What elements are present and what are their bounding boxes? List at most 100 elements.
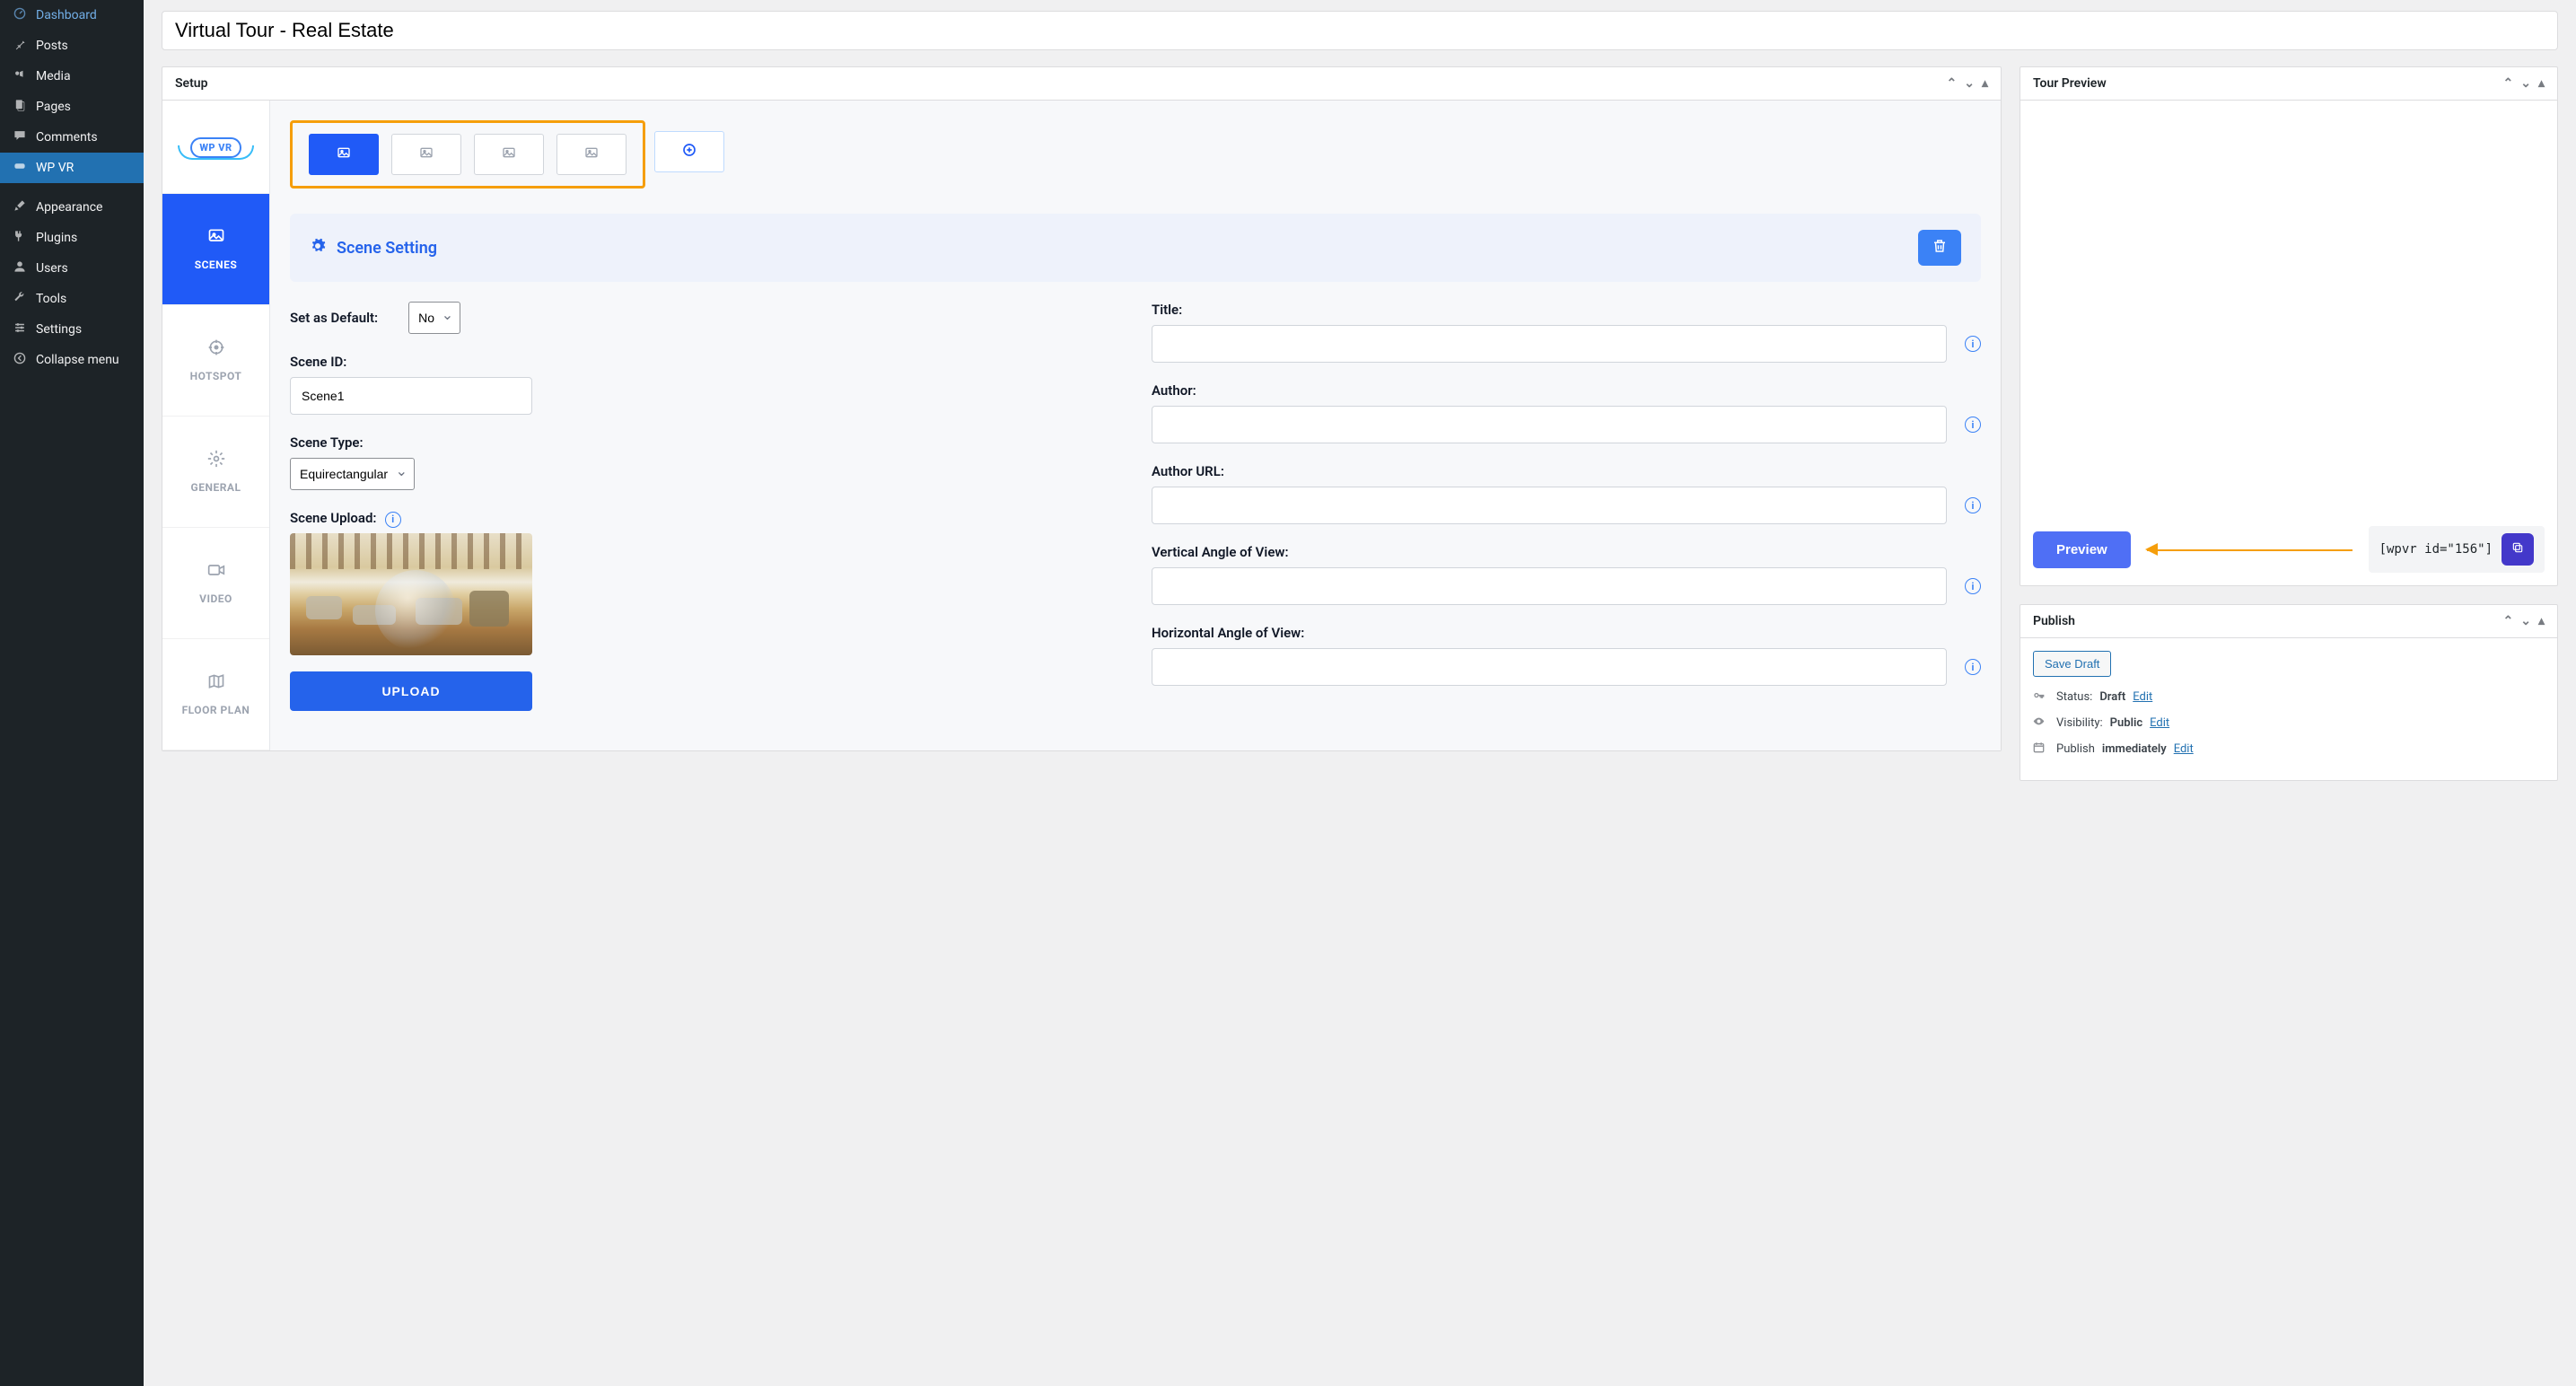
sidebar-item-label: Media xyxy=(36,69,71,83)
tab-scenes[interactable]: SCENES xyxy=(162,194,269,305)
scene-thumb-2[interactable] xyxy=(391,134,461,175)
gear-icon xyxy=(310,238,326,259)
tab-video[interactable]: VIDEO xyxy=(162,528,269,639)
scene-thumb-3[interactable] xyxy=(474,134,544,175)
key-icon xyxy=(2033,689,2049,705)
add-scene-button[interactable] xyxy=(654,131,724,172)
scene-thumb-4[interactable] xyxy=(556,134,626,175)
preview-button[interactable]: Preview xyxy=(2033,531,2131,568)
tour-preview-header: Tour Preview xyxy=(2033,76,2107,91)
scene-id-label: Scene ID: xyxy=(290,354,1119,370)
map-icon xyxy=(207,672,225,695)
sidebar-item-plugins[interactable]: Plugins xyxy=(0,223,144,253)
setup-vertical-tabs: WP VR SCENES xyxy=(162,101,270,750)
sidebar-item-wpvr[interactable]: WP VR xyxy=(0,153,144,183)
gear-icon xyxy=(207,450,225,472)
wrench-icon xyxy=(11,291,29,307)
sidebar-item-label: Dashboard xyxy=(36,8,97,22)
sidebar-item-pages[interactable]: Pages xyxy=(0,92,144,122)
annotation-arrow xyxy=(2147,548,2353,550)
edit-status-link[interactable]: Edit xyxy=(2133,690,2152,704)
author-url-input[interactable] xyxy=(1152,487,1947,524)
sliders-icon xyxy=(11,321,29,338)
eye-icon xyxy=(2033,715,2049,731)
sidebar-item-settings[interactable]: Settings xyxy=(0,314,144,345)
status-label: Status: xyxy=(2056,690,2092,704)
image-icon xyxy=(337,145,351,163)
wp-admin-sidebar: Dashboard Posts Media Pages Comments WP … xyxy=(0,0,144,1386)
tour-preview-postbox: Tour Preview ⌃ ⌄ ▴ Preview xyxy=(2020,66,2558,586)
move-up-icon[interactable]: ⌃ xyxy=(2503,614,2514,628)
info-icon[interactable]: i xyxy=(1965,659,1981,675)
copy-shortcode-button[interactable] xyxy=(2502,533,2534,566)
scene-upload-preview xyxy=(290,533,532,655)
author-input[interactable] xyxy=(1152,406,1947,443)
sidebar-item-media[interactable]: Media xyxy=(0,61,144,92)
scene-setting-title: Scene Setting xyxy=(337,239,437,258)
status-value: Draft xyxy=(2099,690,2125,704)
move-down-icon[interactable]: ⌄ xyxy=(2520,76,2531,91)
tab-hotspot[interactable]: HOTSPOT xyxy=(162,305,269,417)
sidebar-item-users[interactable]: Users xyxy=(0,253,144,284)
image-icon xyxy=(207,227,225,250)
tour-title-input[interactable] xyxy=(162,11,2558,50)
info-icon[interactable]: i xyxy=(1965,578,1981,594)
scene-thumb-1[interactable] xyxy=(309,134,379,175)
setup-header: Setup xyxy=(175,76,207,91)
sidebar-item-appearance[interactable]: Appearance xyxy=(0,192,144,223)
info-icon[interactable]: i xyxy=(1965,497,1981,513)
move-up-icon[interactable]: ⌃ xyxy=(2503,76,2514,91)
calendar-icon xyxy=(2033,741,2049,757)
delete-scene-button[interactable] xyxy=(1918,230,1961,266)
move-down-icon[interactable]: ⌄ xyxy=(2520,614,2531,628)
sidebar-item-label: Collapse menu xyxy=(36,353,119,367)
scene-id-input[interactable] xyxy=(290,377,532,415)
publish-postbox: Publish ⌃ ⌄ ▴ Save Draft Status: Draft xyxy=(2020,604,2558,781)
media-icon xyxy=(11,68,29,84)
copy-icon xyxy=(2511,541,2524,557)
scene-type-select[interactable]: Equirectangular xyxy=(290,458,415,490)
edit-visibility-link[interactable]: Edit xyxy=(2150,716,2169,730)
toggle-icon[interactable]: ▴ xyxy=(1982,76,1988,91)
info-icon[interactable]: i xyxy=(1965,417,1981,433)
edit-publish-link[interactable]: Edit xyxy=(2174,742,2194,756)
upload-button[interactable]: UPLOAD xyxy=(290,671,532,711)
target-icon xyxy=(207,338,225,361)
image-icon xyxy=(419,145,434,163)
setup-postbox: Setup ⌃ ⌄ ▴ WP VR xyxy=(162,66,2002,751)
sidebar-item-tools[interactable]: Tools xyxy=(0,284,144,314)
sidebar-item-label: Users xyxy=(36,261,68,276)
sidebar-item-comments[interactable]: Comments xyxy=(0,122,144,153)
haov-input[interactable] xyxy=(1152,648,1947,686)
sidebar-item-label: Comments xyxy=(36,130,98,145)
toggle-icon[interactable]: ▴ xyxy=(2538,76,2545,91)
sidebar-item-label: Appearance xyxy=(36,200,102,215)
vaov-input[interactable] xyxy=(1152,567,1947,605)
visibility-label: Visibility: xyxy=(2056,716,2103,730)
move-up-icon[interactable]: ⌃ xyxy=(1947,76,1958,91)
image-icon xyxy=(502,145,516,163)
info-icon[interactable]: i xyxy=(1965,336,1981,352)
brush-icon xyxy=(11,199,29,215)
tab-general[interactable]: GENERAL xyxy=(162,417,269,528)
trash-icon xyxy=(1932,238,1948,259)
info-icon[interactable]: i xyxy=(385,512,401,528)
tab-floorplan[interactable]: FLOOR PLAN xyxy=(162,639,269,750)
haov-label: Horizontal Angle of View: xyxy=(1152,625,1981,641)
tab-label: HOTSPOT xyxy=(190,370,242,382)
sidebar-collapse[interactable]: Collapse menu xyxy=(0,345,144,375)
toggle-icon[interactable]: ▴ xyxy=(2538,614,2545,628)
save-draft-button[interactable]: Save Draft xyxy=(2033,651,2111,677)
sidebar-item-dashboard[interactable]: Dashboard xyxy=(0,0,144,31)
sidebar-item-posts[interactable]: Posts xyxy=(0,31,144,61)
comment-icon xyxy=(11,129,29,145)
plus-icon xyxy=(682,143,697,161)
sidebar-item-label: Settings xyxy=(36,322,82,337)
move-down-icon[interactable]: ⌄ xyxy=(1964,76,1975,91)
sidebar-item-label: Plugins xyxy=(36,231,77,245)
title-input[interactable] xyxy=(1152,325,1947,363)
scene-thumbnails-highlight xyxy=(290,120,645,189)
tab-label: VIDEO xyxy=(199,592,232,605)
set-default-select[interactable]: No xyxy=(408,302,460,334)
tab-label: FLOOR PLAN xyxy=(182,704,250,716)
